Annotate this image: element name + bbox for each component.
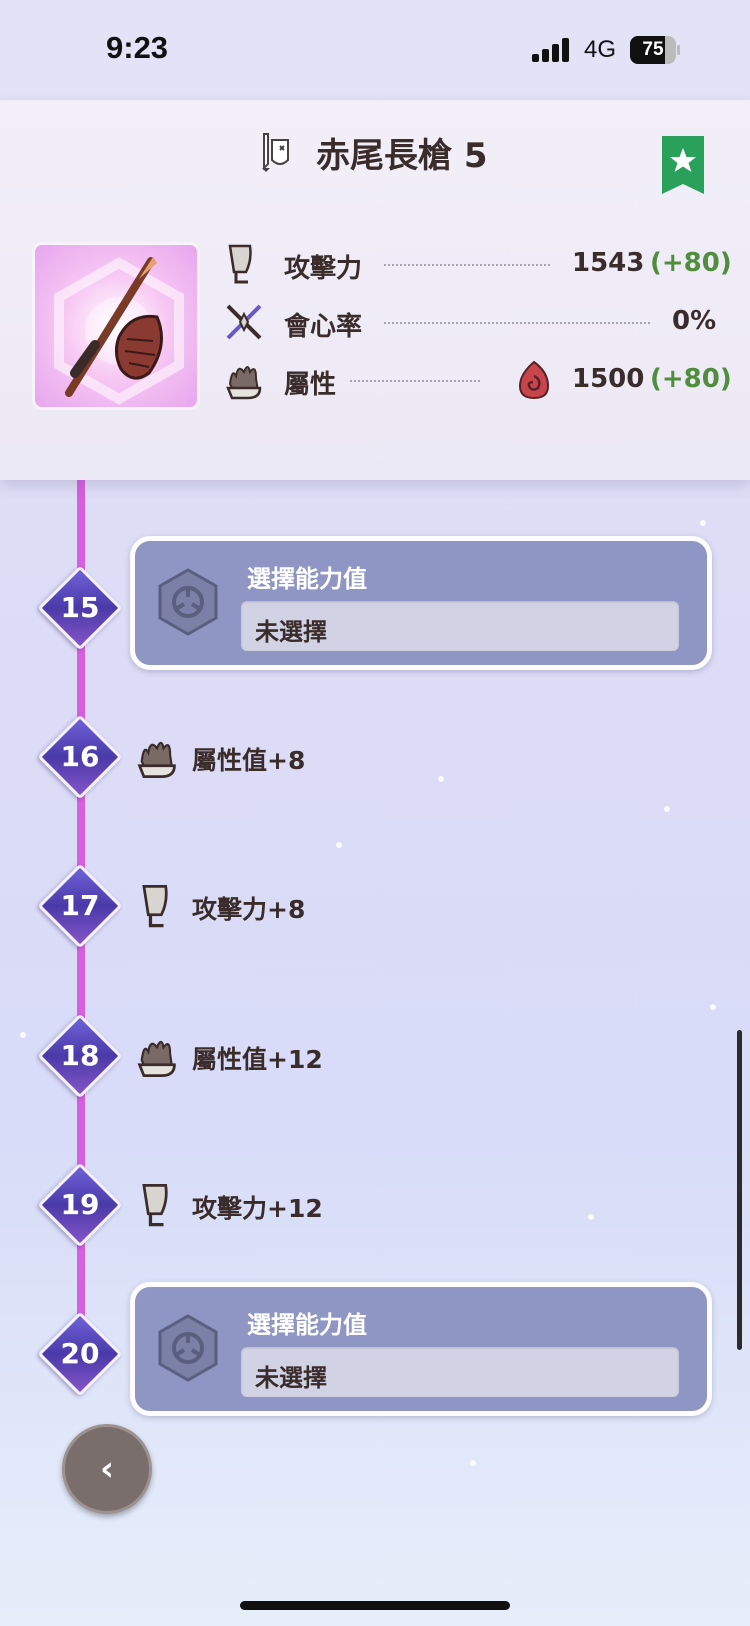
level-number: 15 [60,591,100,624]
element-icon [137,741,176,778]
bonus-row-16: 屬性值+8 [130,727,530,787]
sparkle [588,1214,594,1220]
stat-label: 會心率 [284,312,363,342]
status-bar: 9:23 4G 75 [0,0,750,100]
ability-select-field[interactable]: 未選擇 [241,1347,679,1397]
timeline-node-20: 20 [37,1311,123,1397]
stat-label: 攻擊力 [284,254,363,284]
stat-row-element: 屬性 1500 (+80) [224,356,732,406]
bonus-text: 屬性值+8 [192,746,306,775]
sparkle [336,842,342,848]
bookmark-star-icon[interactable] [662,136,704,194]
hex-ability-icon [158,1314,218,1382]
card-title: 選擇能力值 [247,565,367,593]
home-indicator[interactable] [240,1601,510,1610]
sparkle [20,1032,26,1038]
stat-bonus: (+80) [650,248,732,278]
sparkle [700,520,706,526]
lance-type-icon [262,133,289,172]
sparkle [710,1004,716,1010]
status-time: 9:23 [106,30,169,65]
timeline-node-18: 18 [37,1013,123,1099]
ability-select-field[interactable]: 未選擇 [241,601,679,651]
fire-element-icon [518,360,550,400]
ability-select-card-15[interactable]: 選擇能力值 未選擇 [130,536,712,670]
bonus-row-17: 攻擊力+8 [130,876,530,936]
stat-label: 屬性 [284,370,337,400]
bonus-text: 攻擊力+8 [192,895,306,924]
critical-icon [226,304,262,340]
weapon-header: 赤尾長槍 5 攻擊力 1543 (+80) 會心率 0% 屬性 1500 (+8… [0,100,750,480]
element-icon [137,1040,176,1077]
attack-icon [142,1184,168,1227]
level-number: 16 [60,740,100,773]
ability-select-card-20[interactable]: 選擇能力值 未選擇 [130,1282,712,1416]
stat-bonus: (+80) [650,364,732,394]
ability-select-value: 未選擇 [255,618,327,646]
timeline-node-17: 17 [37,863,123,949]
title-row: 赤尾長槍 5 [0,122,750,194]
weapon-image [32,242,200,410]
weapon-art-icon [54,257,184,405]
level-number: 18 [60,1039,100,1072]
stat-row-attack: 攻擊力 1543 (+80) [224,240,732,290]
attack-icon [142,885,168,928]
battery-icon: 75 [630,36,680,64]
card-title: 選擇能力值 [247,1311,367,1339]
hex-ability-icon [158,568,218,636]
level-number: 17 [60,889,100,922]
bonus-text: 攻擊力+12 [192,1194,323,1223]
battery-level: 75 [642,39,664,60]
timeline-node-15: 15 [37,565,123,651]
element-icon [226,366,262,400]
ability-select-value: 未選擇 [255,1364,327,1392]
level-number: 20 [60,1337,100,1370]
bonus-row-19: 攻擊力+12 [130,1175,530,1235]
stat-value: 1543 [572,248,645,278]
bonus-text: 屬性值+12 [192,1045,323,1074]
stat-row-critical: 會心率 0% [224,298,717,348]
network-type: 4G [584,36,617,63]
timeline-node-19: 19 [37,1162,123,1248]
back-button[interactable]: ‹ [62,1424,152,1514]
timeline-node-16: 16 [37,714,123,800]
weapon-title: 赤尾長槍 5 [316,136,488,176]
sparkle [664,806,670,812]
sparkle [470,1460,476,1466]
bonus-row-18: 屬性值+12 [130,1026,530,1086]
stat-value: 0% [672,306,717,336]
stat-value: 1500 [572,364,645,394]
chevron-left-icon: ‹ [99,1449,114,1489]
attack-icon [228,244,252,284]
signal-icon [532,38,572,62]
scrollbar[interactable] [737,1030,742,1350]
level-number: 19 [60,1188,100,1221]
